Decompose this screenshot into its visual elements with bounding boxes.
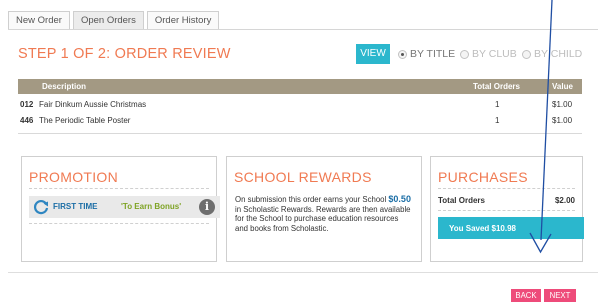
tabs-divider bbox=[8, 29, 598, 30]
dashed-divider bbox=[438, 210, 575, 211]
dashed-divider bbox=[29, 188, 209, 189]
total-orders-label: Total Orders bbox=[438, 196, 485, 205]
first-time-label: FIRST TIME bbox=[53, 202, 98, 211]
tab-new-order[interactable]: New Order bbox=[8, 11, 70, 29]
tab-order-history[interactable]: Order History bbox=[146, 11, 220, 29]
table-divider bbox=[18, 133, 582, 134]
purchases-panel: PURCHASES Total Orders $2.00 You Saved $… bbox=[430, 156, 584, 262]
radio-by-title[interactable]: BY TITLE bbox=[398, 47, 455, 61]
rewards-title: SCHOOL REWARDS bbox=[234, 169, 372, 185]
rewards-description: On submission this order earns your Scho… bbox=[235, 194, 413, 234]
tab-open-orders[interactable]: Open Orders bbox=[72, 11, 144, 29]
view-button[interactable]: VIEW bbox=[356, 44, 390, 64]
row-code: 012 bbox=[20, 100, 34, 109]
earn-bonus-label: 'To Earn Bonus' bbox=[121, 202, 182, 211]
order-table-header: Description Total Orders Value bbox=[18, 79, 582, 94]
next-button[interactable]: NEXT bbox=[544, 289, 576, 302]
row-code: 446 bbox=[20, 116, 34, 125]
radio-by-title-label: BY TITLE bbox=[410, 48, 456, 60]
total-orders-value: $2.00 bbox=[554, 196, 575, 205]
column-header-total-orders: Total Orders bbox=[473, 82, 520, 91]
order-tabs: New Order Open Orders Order History bbox=[8, 11, 220, 29]
radio-by-club-label: BY CLUB bbox=[472, 48, 517, 60]
refresh-arrow-icon bbox=[33, 200, 49, 215]
table-row: 446 The Periodic Table Poster 1 $1.00 bbox=[18, 115, 582, 128]
column-header-value: Value bbox=[552, 82, 573, 91]
dashed-divider bbox=[29, 223, 209, 224]
footer-divider bbox=[8, 272, 598, 273]
radio-by-child-label: BY CHILD bbox=[534, 48, 583, 60]
radio-dot-icon bbox=[460, 49, 469, 59]
row-total-orders: 1 bbox=[495, 116, 500, 125]
rewards-amount: $0.50 bbox=[388, 194, 411, 204]
purchases-title: PURCHASES bbox=[438, 169, 528, 185]
purchases-total-row: Total Orders $2.00 bbox=[438, 196, 575, 208]
dashed-divider bbox=[438, 188, 575, 189]
rewards-text-after: in Scholastic Rewards. Rewards are then … bbox=[235, 204, 411, 234]
info-icon[interactable]: i bbox=[199, 199, 215, 215]
savings-banner: You Saved $10.98 bbox=[438, 217, 584, 239]
rewards-text-before: On submission this order earns your Scho… bbox=[235, 195, 389, 204]
school-rewards-panel: SCHOOL REWARDS On submission this order … bbox=[226, 156, 422, 262]
row-total-orders: 1 bbox=[495, 100, 500, 109]
first-time-promo[interactable]: FIRST TIME 'To Earn Bonus' i bbox=[29, 196, 220, 218]
row-description: The Periodic Table Poster bbox=[39, 116, 131, 125]
radio-dot-icon bbox=[522, 49, 531, 59]
row-description: Fair Dinkum Aussie Christmas bbox=[39, 100, 147, 109]
step-title: STEP 1 OF 2: ORDER REVIEW bbox=[18, 46, 231, 62]
promotion-title: PROMOTION bbox=[29, 169, 119, 185]
promotion-panel: PROMOTION FIRST TIME 'To Earn Bonus' i bbox=[21, 156, 220, 262]
radio-by-club[interactable]: BY CLUB bbox=[460, 47, 517, 61]
radio-by-child[interactable]: BY CHILD bbox=[522, 47, 582, 61]
back-button[interactable]: BACK bbox=[511, 289, 541, 302]
row-value: $1.00 bbox=[552, 100, 573, 109]
radio-dot-icon bbox=[398, 49, 407, 59]
column-header-description: Description bbox=[42, 82, 87, 91]
table-row: 012 Fair Dinkum Aussie Christmas 1 $1.00 bbox=[18, 99, 582, 112]
savings-text: You Saved $10.98 bbox=[449, 224, 516, 233]
row-value: $1.00 bbox=[552, 116, 573, 125]
